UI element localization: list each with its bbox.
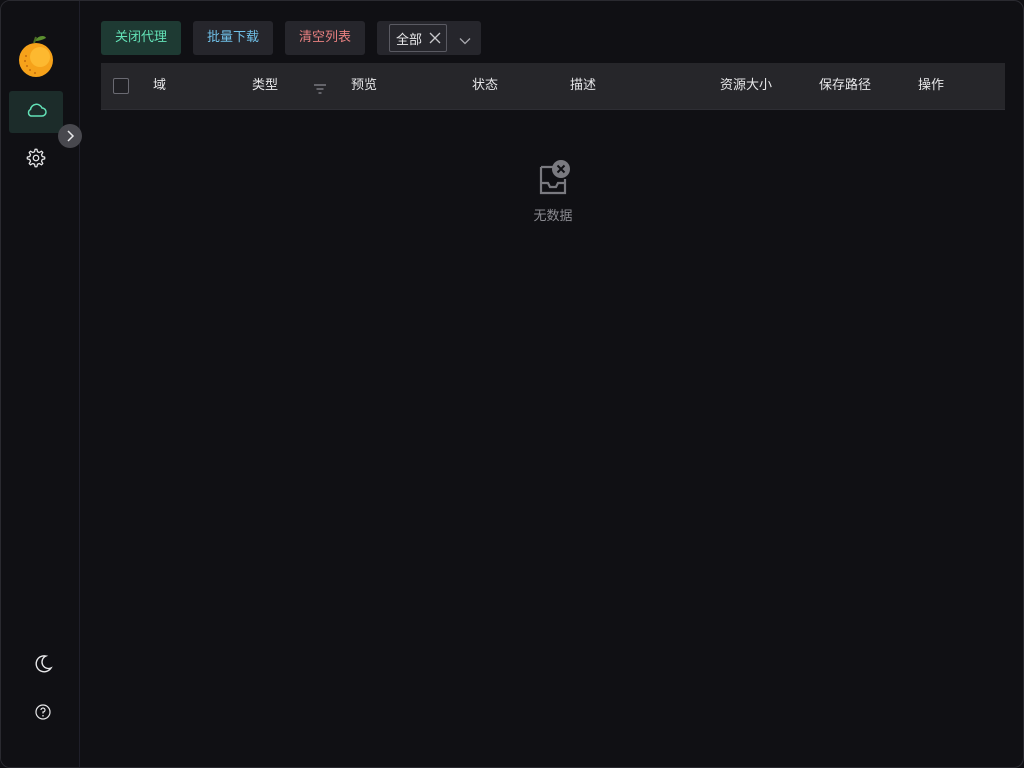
filter-icon[interactable] [313,80,327,99]
gear-icon [25,147,47,173]
sidebar-item-settings[interactable] [9,139,63,181]
empty-inbox-icon [533,157,573,197]
column-header-preview[interactable]: 预览 [351,63,377,109]
column-header-status[interactable]: 状态 [472,63,498,109]
toolbar: 关闭代理 批量下载 清空列表 全部 [101,21,482,55]
empty-state: 无数据 [101,157,1005,224]
sidebar [1,1,82,767]
help-button[interactable] [23,694,63,734]
clear-list-button[interactable]: 清空列表 [285,21,366,55]
app-logo-orange-icon [15,35,57,79]
close-icon[interactable] [429,32,441,48]
cloud-icon [25,102,47,122]
column-header-save-path[interactable]: 保存路径 [819,63,871,109]
column-header-actions[interactable]: 操作 [918,63,944,109]
column-header-type[interactable]: 类型 [252,63,278,109]
column-header-description[interactable]: 描述 [570,63,596,109]
chevron-right-icon [65,127,75,146]
select-all-checkbox[interactable] [113,78,129,94]
close-proxy-button[interactable]: 关闭代理 [101,21,182,55]
table-header: 域 类型 预览 状态 描述 资源大小 保存路径 操作 [101,63,1005,110]
empty-state-text: 无数据 [533,209,573,224]
app-window: 关闭代理 批量下载 清空列表 全部 域 类型 预览 状态 描述 资源大小 保存路… [0,0,1024,768]
column-header-domain[interactable]: 域 [153,63,166,109]
moon-icon [33,654,53,678]
selected-filter-tag: 全部 [389,24,448,52]
selected-filter-label: 全部 [396,32,423,48]
type-filter-select[interactable]: 全部 [377,21,482,55]
sidebar-item-cloud[interactable] [9,91,63,133]
column-header-size[interactable]: 资源大小 [720,63,772,109]
chevron-down-icon[interactable] [459,32,471,51]
help-icon [35,704,51,724]
batch-download-button[interactable]: 批量下载 [193,21,274,55]
theme-toggle-button[interactable] [23,646,63,686]
